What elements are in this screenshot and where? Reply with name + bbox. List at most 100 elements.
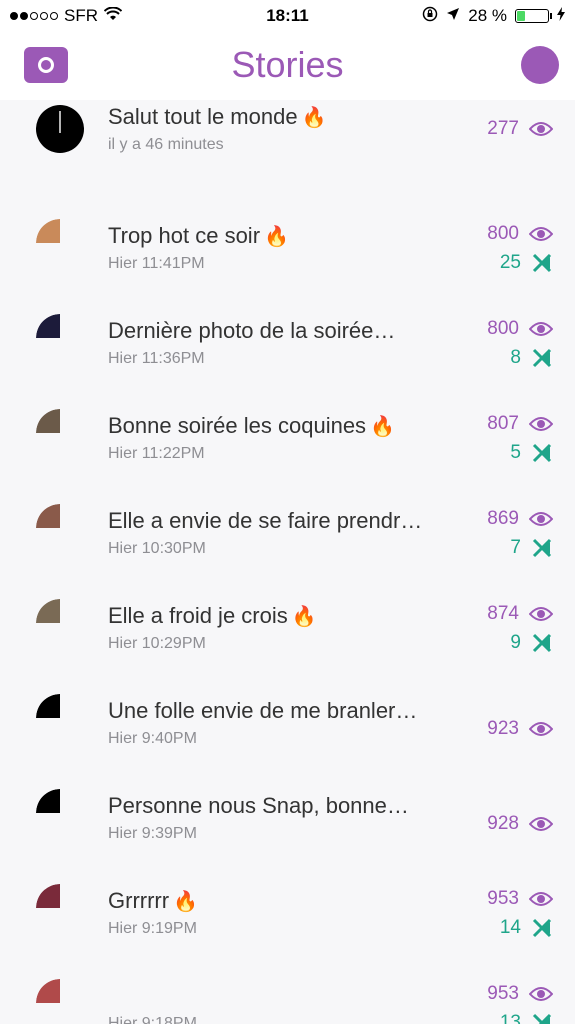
story-row[interactable]: Personne nous Snap, bonne… Hier 9:39PM 928 <box>0 765 575 860</box>
page-title: Stories <box>231 44 344 85</box>
eye-icon <box>529 606 553 622</box>
nav-bar: Stories <box>0 32 575 100</box>
story-time: Hier 10:29PM <box>108 635 206 652</box>
fire-icon: 🔥 <box>173 891 198 913</box>
replay-count: 9 <box>510 632 553 654</box>
story-title-text: Salut tout le monde <box>108 104 298 129</box>
thumbnail-image <box>36 314 60 338</box>
thumbnail-image <box>36 409 60 433</box>
story-row[interactable]: Elle a envie de se faire prendr… Hier 10:… <box>0 480 575 575</box>
battery-icon <box>514 9 552 23</box>
story-title: Elle a froid je crois 🔥 <box>108 603 317 629</box>
story-title: Salut tout le monde 🔥 <box>108 104 326 130</box>
replay-count: 5 <box>510 442 553 464</box>
story-time: Hier 11:36PM <box>108 350 205 367</box>
view-count: 800 <box>487 318 553 340</box>
replay-icon <box>531 538 553 558</box>
story-row[interactable]: Hier 9:18PM 953 13 <box>0 955 575 1024</box>
view-count-value: 277 <box>487 118 519 139</box>
story-thumbnail[interactable] <box>36 314 84 362</box>
replay-count: 14 <box>500 917 553 939</box>
story-time: Hier 11:41PM <box>108 255 205 272</box>
replay-icon <box>531 633 553 653</box>
replay-count-value: 14 <box>499 917 521 938</box>
fire-icon: 🔥 <box>370 416 395 438</box>
story-thumbnail[interactable] <box>36 884 84 932</box>
eye-icon <box>529 721 553 737</box>
story-time: Hier 9:18PM <box>108 1015 197 1024</box>
story-thumbnail[interactable] <box>36 694 84 742</box>
replay-count-value: 25 <box>499 252 521 273</box>
replay-icon <box>531 348 553 368</box>
eye-icon <box>529 891 553 907</box>
profile-avatar-button[interactable] <box>521 46 559 84</box>
thumbnail-image <box>36 504 60 528</box>
story-thumbnail[interactable] <box>36 105 84 153</box>
view-count-value: 807 <box>487 413 519 434</box>
story-title: Bonne soirée les coquines 🔥 <box>108 413 395 439</box>
view-count: 277 <box>487 118 553 140</box>
replay-count: 8 <box>510 347 553 369</box>
view-count: 807 <box>487 413 553 435</box>
stories-list[interactable]: Salut tout le monde 🔥 il y a 46 minutes 277… <box>0 100 575 1024</box>
signal-strength-icon <box>10 12 58 20</box>
story-thumbnail[interactable] <box>36 599 84 647</box>
thumbnail-image <box>36 694 60 718</box>
story-time: Hier 9:40PM <box>108 730 197 747</box>
replay-count-value: 13 <box>499 1012 521 1024</box>
fire-icon: 🔥 <box>301 107 327 129</box>
carrier-name: SFR <box>64 6 98 25</box>
story-thumbnail[interactable] <box>36 504 84 552</box>
replay-count-value: 8 <box>510 347 521 368</box>
charging-icon <box>556 6 565 26</box>
story-title: Trop hot ce soir 🔥 <box>108 223 289 249</box>
view-count: 953 <box>487 983 553 1005</box>
story-title-text: Personne nous Snap, bonne… <box>108 793 409 818</box>
eye-icon <box>529 416 553 432</box>
view-count-value: 869 <box>487 508 519 529</box>
story-title-text: Elle a froid je crois <box>108 603 288 628</box>
story-row[interactable]: Dernière photo de la soirée… Hier 11:36PM… <box>0 290 575 385</box>
story-row[interactable]: Bonne soirée les coquines 🔥 Hier 11:22PM 80… <box>0 385 575 480</box>
story-thumbnail[interactable] <box>36 219 84 267</box>
view-count-value: 953 <box>487 983 519 1004</box>
fire-icon: 🔥 <box>264 226 289 248</box>
eye-icon <box>529 121 553 137</box>
thumbnail-image <box>36 599 60 623</box>
story-row[interactable]: Une folle envie de me branler… Hier 9:40P… <box>0 670 575 765</box>
wifi-icon <box>103 6 123 26</box>
thumbnail-image <box>36 979 60 1003</box>
story-title: Elle a envie de se faire prendr… <box>108 508 422 534</box>
view-count: 800 <box>487 223 553 245</box>
story-title: Dernière photo de la soirée… <box>108 318 395 344</box>
story-row[interactable]: Grrrrrr 🔥 Hier 9:19PM 953 14 <box>0 860 575 955</box>
story-thumbnail[interactable] <box>36 409 84 457</box>
story-row[interactable]: Salut tout le monde 🔥 il y a 46 minutes 277 <box>0 100 575 195</box>
eye-icon <box>529 816 553 832</box>
story-title: Personne nous Snap, bonne… <box>108 793 409 819</box>
replay-icon <box>531 253 553 273</box>
status-bar: SFR 18:11 28 % <box>0 0 575 32</box>
story-title-text: Elle a envie de se faire prendr… <box>108 508 423 533</box>
view-count: 953 <box>487 888 553 910</box>
story-row[interactable]: Trop hot ce soir 🔥 Hier 11:41PM 800 25 <box>0 195 575 290</box>
view-count: 923 <box>487 718 553 740</box>
carrier-info: SFR <box>10 6 210 26</box>
view-count-value: 800 <box>487 318 519 339</box>
replay-count: 13 <box>500 1012 553 1024</box>
replay-count: 7 <box>510 537 553 559</box>
story-thumbnail[interactable] <box>36 789 84 837</box>
eye-icon <box>529 226 553 242</box>
replay-icon <box>531 443 553 463</box>
replay-count: 25 <box>500 252 553 274</box>
replay-count-value: 7 <box>510 537 521 558</box>
replay-count-value: 5 <box>510 442 521 463</box>
story-title-text: Bonne soirée les coquines <box>108 413 367 438</box>
story-thumbnail[interactable] <box>36 979 84 1024</box>
fire-icon: 🔥 <box>291 606 317 628</box>
view-count: 874 <box>487 603 553 625</box>
story-row[interactable]: Elle a froid je crois 🔥 Hier 10:29PM 874 9 <box>0 575 575 670</box>
view-count-value: 923 <box>487 718 519 739</box>
story-title: Grrrrrr 🔥 <box>108 888 198 914</box>
view-count-value: 928 <box>487 813 519 834</box>
